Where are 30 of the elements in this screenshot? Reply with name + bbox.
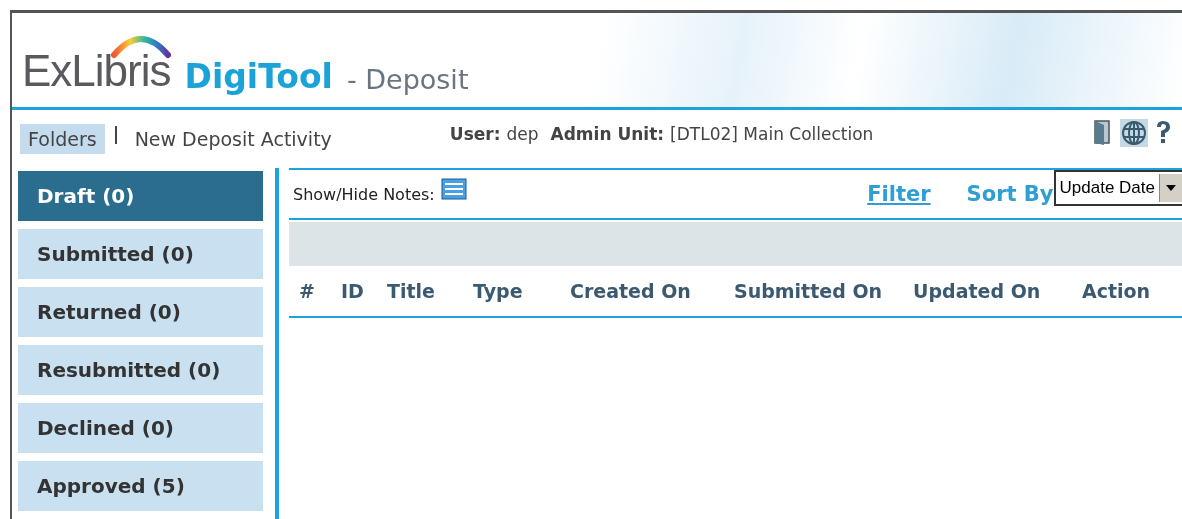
folder-tab[interactable]: Declined (0)	[18, 403, 264, 453]
column-header: Created On	[570, 280, 692, 302]
folder-tab[interactable]: Approved (5)	[18, 461, 264, 511]
nav-link[interactable]: New Deposit Activity	[126, 124, 340, 154]
notes-icon[interactable]	[440, 178, 467, 200]
brand-logo: ExLibris	[22, 49, 171, 93]
column-header: Type	[473, 280, 524, 302]
help-icon[interactable]	[1154, 119, 1172, 145]
admin-unit-value: [DTL02] Main Collection	[670, 124, 874, 144]
column-header: Updated On	[913, 280, 1042, 302]
user-value: dep	[506, 124, 539, 144]
column-header: ID	[341, 280, 365, 302]
user-label: User:	[449, 124, 501, 144]
column-header: Title	[387, 280, 436, 302]
notes-label: Show/Hide Notes:	[293, 184, 435, 204]
folder-tab[interactable]: Resubmitted (0)	[18, 345, 264, 395]
globe-icon[interactable]	[1120, 119, 1148, 147]
folder-tab[interactable]: Returned (0)	[18, 287, 264, 337]
section-title: - Deposit	[346, 66, 469, 93]
folder-tab[interactable]: Submitted (0)	[18, 229, 264, 279]
column-header: Submitted On	[734, 280, 884, 302]
admin-unit-label: Admin Unit:	[550, 124, 665, 144]
caret-icon	[1166, 185, 1176, 191]
nav-link[interactable]: Folders	[20, 124, 105, 154]
sort-by-label: Sort By	[966, 182, 1054, 206]
column-header: Action	[1082, 280, 1152, 302]
folder-tab[interactable]: Draft (0)	[18, 171, 264, 221]
sort-dropdown[interactable]: Update Date	[1053, 170, 1182, 206]
column-header: #	[299, 280, 316, 302]
product-name: DigiTool	[184, 60, 333, 93]
